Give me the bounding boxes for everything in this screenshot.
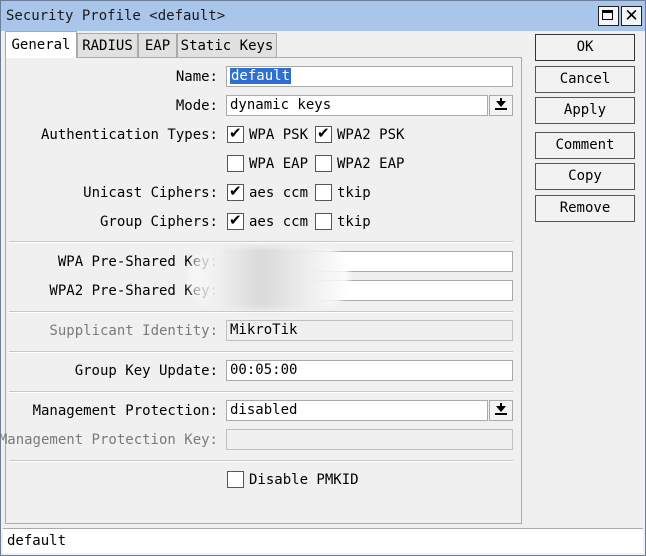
- unicast-aes-ccm-label: aes ccm: [249, 185, 309, 201]
- dropdown-arrow-icon: [496, 101, 506, 107]
- window-title: Security Profile <default>: [6, 8, 226, 24]
- wpa2-eap-checkbox[interactable]: [315, 155, 332, 172]
- checkmark-icon: ✔: [229, 211, 242, 229]
- wpa2-psk-checkbox[interactable]: ✔: [315, 124, 332, 143]
- name-label: Name:: [175, 69, 218, 85]
- unicast-aes-ccm-checkbox[interactable]: ✔: [227, 182, 244, 201]
- wpa-psk-label: WPA PSK: [249, 127, 309, 143]
- wpa-psk-checkbox[interactable]: ✔: [227, 124, 244, 143]
- wpa-eap-checkbox[interactable]: [227, 155, 244, 172]
- unicast-ciphers-label: Unicast Ciphers:: [83, 185, 218, 201]
- wpa2-psk-label: WPA2 PSK: [337, 127, 405, 143]
- security-profile-window: Security Profile <default> ✕ General RAD…: [0, 0, 646, 556]
- dropdown-arrow-icon: [496, 406, 506, 412]
- checkmark-icon: ✔: [229, 124, 242, 142]
- mgmt-protection-dropdown-button[interactable]: [489, 400, 513, 421]
- checkmark-icon: ✔: [317, 124, 330, 142]
- separator: [9, 460, 513, 462]
- cancel-button[interactable]: Cancel: [535, 66, 635, 93]
- copy-button[interactable]: Copy: [535, 163, 635, 190]
- ok-button[interactable]: OK: [535, 34, 635, 61]
- redaction-blur: [189, 247, 349, 309]
- mgmt-protection-key-input[interactable]: [226, 429, 513, 450]
- separator: [9, 391, 513, 393]
- group-aes-ccm-checkbox[interactable]: ✔: [227, 211, 244, 230]
- checkmark-icon: ✔: [229, 182, 242, 200]
- group-aes-ccm-label: aes ccm: [249, 214, 309, 230]
- mode-dropdown-button[interactable]: [489, 95, 513, 116]
- supplicant-identity-input[interactable]: MikroTik: [226, 320, 513, 341]
- status-bar: default: [3, 528, 643, 553]
- name-value: default: [230, 68, 292, 84]
- separator: [9, 351, 513, 353]
- disable-pmkid-label: Disable PMKID: [249, 472, 359, 488]
- separator: [9, 311, 513, 313]
- tab-static-keys[interactable]: Static Keys: [177, 33, 277, 57]
- tab-radius[interactable]: RADIUS: [77, 33, 138, 57]
- maximize-button[interactable]: [598, 6, 619, 26]
- wpa-eap-label: WPA EAP: [249, 156, 309, 172]
- dropdown-bar-icon: [495, 413, 507, 415]
- close-button[interactable]: ✕: [621, 6, 642, 26]
- mode-label: Mode:: [175, 98, 218, 114]
- mgmt-protection-key-label: Management Protection Key:: [0, 432, 218, 448]
- tab-general[interactable]: General: [5, 31, 77, 58]
- mode-select[interactable]: dynamic keys: [226, 95, 488, 116]
- wpa2-eap-label: WPA2 EAP: [337, 156, 405, 172]
- apply-button[interactable]: Apply: [535, 97, 635, 124]
- close-icon: ✕: [624, 6, 639, 26]
- name-input[interactable]: default: [226, 66, 513, 87]
- maximize-icon: [602, 10, 613, 20]
- group-key-update-input[interactable]: 00:05:00: [226, 360, 513, 381]
- group-key-update-label: Group Key Update:: [74, 363, 218, 379]
- auth-types-label: Authentication Types:: [40, 127, 218, 143]
- supplicant-identity-label: Supplicant Identity:: [49, 323, 218, 339]
- group-tkip-checkbox[interactable]: [315, 213, 332, 230]
- disable-pmkid-checkbox[interactable]: [227, 471, 244, 488]
- mgmt-protection-select[interactable]: disabled: [226, 400, 488, 421]
- group-ciphers-label: Group Ciphers:: [99, 214, 218, 230]
- tab-eap[interactable]: EAP: [138, 33, 177, 57]
- unicast-tkip-label: tkip: [337, 185, 371, 201]
- title-bar[interactable]: Security Profile <default> ✕: [1, 1, 645, 31]
- dropdown-bar-icon: [495, 108, 507, 110]
- remove-button[interactable]: Remove: [535, 195, 635, 222]
- unicast-tkip-checkbox[interactable]: [315, 184, 332, 201]
- mgmt-protection-label: Management Protection:: [32, 403, 218, 419]
- separator: [9, 241, 513, 243]
- comment-button[interactable]: Comment: [535, 132, 635, 159]
- group-tkip-label: tkip: [337, 214, 371, 230]
